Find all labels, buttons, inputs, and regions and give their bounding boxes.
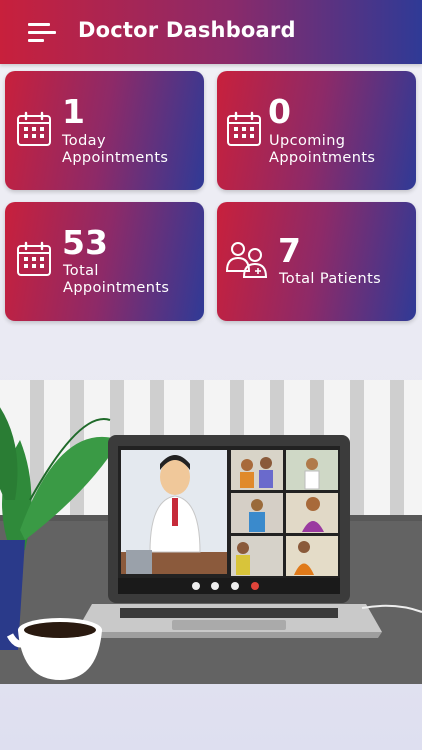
upcoming-appointments-label: Upcoming Appointments [269,133,376,166]
telemedicine-illustration [0,380,422,684]
upcoming-appointments-card[interactable]: 0 Upcoming Appointments [217,71,416,190]
today-appointments-count: 1 [62,92,85,131]
total-appointments-label: Total Appointments [63,263,170,296]
today-appointments-card[interactable]: 1 Today Appointments [5,71,204,190]
total-patients-card[interactable]: 7 Total Patients [217,202,416,321]
page-title: Doctor Dashboard [78,18,296,42]
today-appointments-label: Today Appointments [62,133,169,166]
total-patients-count: 7 [278,231,301,270]
hamburger-menu-icon[interactable] [22,18,58,48]
patients-icon [225,242,268,278]
calendar-icon [17,241,51,276]
total-appointments-card[interactable]: 53 Total Appointments [5,202,204,321]
app-header: Doctor Dashboard [0,0,422,64]
calendar-icon [227,111,261,146]
calendar-icon [17,111,51,146]
total-appointments-count: 53 [62,223,108,262]
total-patients-label: Total Patients [279,271,382,287]
upcoming-appointments-count: 0 [268,92,291,131]
